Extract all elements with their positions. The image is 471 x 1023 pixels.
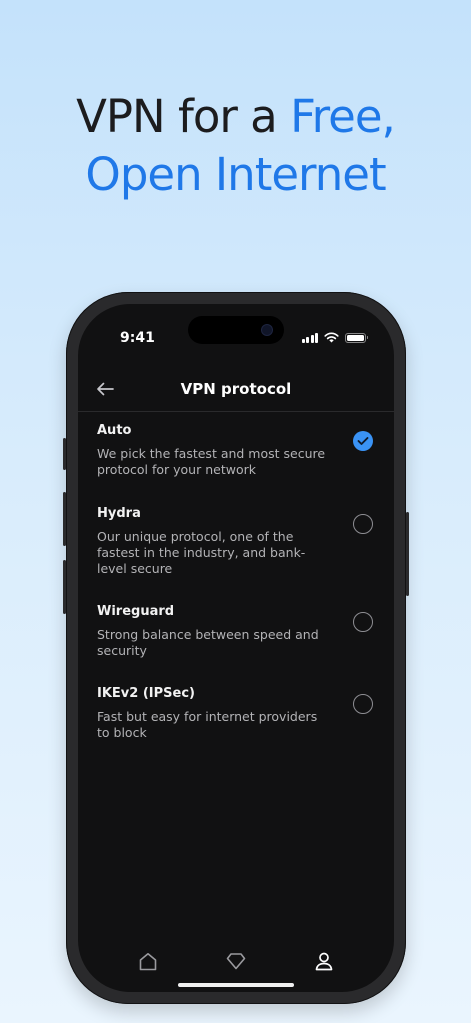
battery-icon — [345, 332, 368, 343]
option-description: We pick the fastest and most secure prot… — [97, 446, 326, 477]
signal-icon — [301, 332, 318, 343]
radio-unselected[interactable] — [353, 694, 373, 714]
headline-text-blue: Free, — [290, 90, 396, 143]
protocol-list: Auto We pick the fastest and most secure… — [78, 414, 394, 741]
option-name: Hydra — [97, 506, 141, 521]
nav-header: VPN protocol — [78, 368, 394, 412]
phone-volume-up-button — [63, 492, 66, 546]
option-name: IKEv2 (IPSec) — [97, 686, 195, 701]
tab-home[interactable] — [137, 950, 159, 972]
option-description: Strong balance between speed and securit… — [97, 627, 319, 658]
tab-premium[interactable] — [225, 950, 247, 972]
phone-power-button — [406, 512, 409, 596]
promo-headline: VPN for a Free, Open Internet — [0, 88, 471, 204]
headline-line-1: VPN for a Free, — [0, 88, 471, 146]
person-icon — [315, 952, 333, 971]
radio-selected[interactable] — [353, 431, 373, 451]
option-name: Auto — [97, 423, 132, 438]
option-name: Wireguard — [97, 604, 175, 619]
radio-unselected[interactable] — [353, 612, 373, 632]
phone-screen: 9:41 VPN protocol Auto We pick the faste… — [78, 304, 394, 992]
tab-account[interactable] — [313, 950, 335, 972]
dynamic-island — [188, 316, 284, 344]
headline-line-2: Open Internet — [85, 148, 386, 201]
option-description: Our unique protocol, one of the fastest … — [97, 529, 306, 576]
phone-volume-down-button — [63, 560, 66, 614]
phone-side-button — [63, 438, 66, 470]
checkmark-icon — [357, 437, 369, 445]
camera-icon — [262, 325, 272, 335]
home-indicator — [178, 983, 294, 987]
page-title: VPN protocol — [180, 380, 292, 398]
protocol-option-wireguard[interactable]: Wireguard Strong balance between speed a… — [78, 604, 394, 659]
home-icon — [139, 952, 157, 970]
status-time: 9:41 — [120, 330, 155, 346]
radio-unselected[interactable] — [353, 514, 373, 534]
status-icons — [301, 332, 368, 343]
phone-frame: 9:41 VPN protocol Auto We pick the faste… — [63, 292, 409, 1004]
diamond-icon — [226, 953, 246, 970]
protocol-option-auto[interactable]: Auto We pick the fastest and most secure… — [78, 423, 394, 478]
protocol-option-hydra[interactable]: Hydra Our unique protocol, one of the fa… — [78, 506, 394, 577]
wifi-icon — [324, 332, 339, 343]
headline-text-dark: VPN for a — [76, 90, 291, 143]
tab-bar — [78, 950, 394, 976]
protocol-option-ikev2[interactable]: IKEv2 (IPSec) Fast but easy for internet… — [78, 686, 394, 741]
option-description: Fast but easy for internet providers to … — [97, 709, 318, 740]
